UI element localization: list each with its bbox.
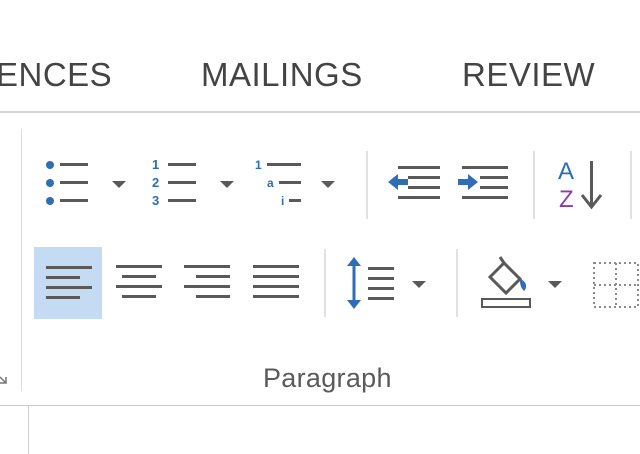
separator <box>366 151 368 219</box>
document-ruler-area <box>0 406 640 454</box>
tab-review[interactable]: REVIEW <box>462 56 595 94</box>
bullets-icon <box>46 161 126 205</box>
borders-button[interactable] <box>590 255 640 313</box>
align-center-icon <box>116 265 162 298</box>
sort-button[interactable]: A Z <box>556 153 612 217</box>
chevron-down-icon <box>112 181 126 188</box>
dialog-launcher-icon[interactable] <box>0 367 8 387</box>
multilevel-list-button[interactable]: 1 a i <box>255 155 345 215</box>
chevron-down-icon <box>412 281 426 288</box>
ruler-divider <box>28 406 29 454</box>
svg-text:3: 3 <box>152 193 159 208</box>
line-spacing-button[interactable] <box>344 253 434 315</box>
paint-bucket-icon <box>481 256 562 308</box>
numbering-button[interactable]: 1 2 3 <box>150 155 240 215</box>
svg-text:2: 2 <box>152 175 159 190</box>
svg-text:a: a <box>267 176 274 190</box>
align-right-button[interactable] <box>176 247 236 319</box>
multilevel-list-icon: 1 a i <box>255 158 335 208</box>
chevron-down-icon <box>548 281 562 288</box>
sort-az-icon: A Z <box>558 158 603 213</box>
chevron-down-icon <box>220 181 234 188</box>
separator <box>456 249 458 317</box>
shading-button[interactable] <box>476 251 570 317</box>
svg-text:1: 1 <box>152 157 159 172</box>
numbering-icon: 1 2 3 <box>152 157 234 208</box>
tab-references[interactable]: ENCES <box>0 56 112 94</box>
group-label-paragraph: Paragraph <box>263 363 392 393</box>
decrease-indent-button[interactable] <box>386 163 444 207</box>
align-left-button[interactable] <box>34 247 102 319</box>
separator <box>533 151 535 219</box>
justify-button[interactable] <box>246 247 306 319</box>
separator <box>324 249 326 317</box>
align-center-button[interactable] <box>108 247 168 319</box>
ribbon-paragraph-group: 1 2 3 1 a i A Z Paragraph <box>0 113 640 406</box>
svg-text:i: i <box>281 194 284 208</box>
align-left-icon <box>46 266 92 299</box>
svg-text:1: 1 <box>255 158 262 172</box>
ribbon-tab-bar: ENCES MAILINGS REVIEW <box>0 0 640 113</box>
svg-text:A: A <box>558 158 574 185</box>
justify-icon <box>253 265 299 298</box>
increase-indent-icon <box>458 166 508 199</box>
separator <box>630 151 632 219</box>
svg-text:Z: Z <box>559 186 574 213</box>
borders-icon <box>593 262 639 308</box>
chevron-down-icon <box>321 181 335 188</box>
group-divider <box>21 129 22 391</box>
line-spacing-icon <box>347 257 426 309</box>
decrease-indent-icon <box>388 166 440 199</box>
align-right-icon <box>184 265 230 298</box>
increase-indent-button[interactable] <box>456 163 514 207</box>
bullets-button[interactable] <box>40 155 132 215</box>
tab-mailings[interactable]: MAILINGS <box>201 56 363 94</box>
